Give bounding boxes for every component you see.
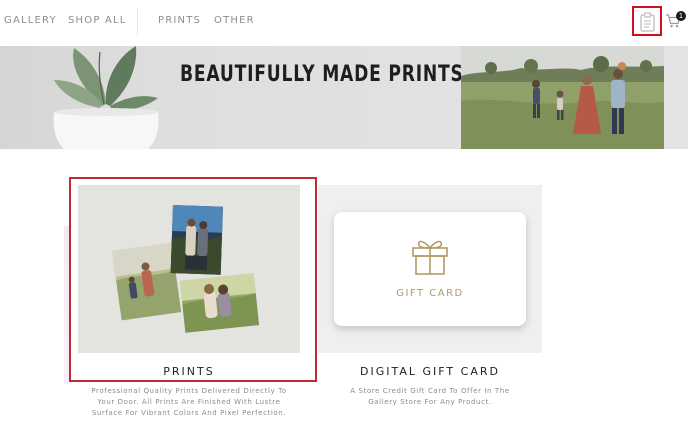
prints-collage-image bbox=[112, 205, 260, 333]
selection-glow bbox=[64, 226, 70, 384]
banner-edge bbox=[664, 46, 688, 149]
cart-count-badge: 1 bbox=[676, 11, 686, 21]
hero-banner: BEAUTIFULLY MADE PRINTS bbox=[0, 46, 688, 149]
clipboard-icon bbox=[640, 12, 655, 32]
banner-title: BEAUTIFULLY MADE PRINTS bbox=[180, 62, 464, 87]
gift-card-title[interactable]: DIGITAL GIFT CARD bbox=[318, 365, 542, 378]
clipboard-button[interactable] bbox=[632, 6, 662, 36]
nav-divider bbox=[137, 8, 138, 35]
family-photo bbox=[461, 46, 664, 149]
prints-title[interactable]: PRINTS bbox=[78, 365, 300, 378]
plant-pot-image bbox=[53, 46, 159, 149]
nav-link-other[interactable]: OTHER bbox=[214, 15, 255, 26]
prints-description: Professional Quality Prints Delivered Di… bbox=[91, 387, 287, 417]
nav-link-shop-all[interactable]: SHOP ALL bbox=[68, 15, 127, 26]
nav-link-prints[interactable]: PRINTS bbox=[158, 15, 201, 26]
gift-card-label: GIFT CARD bbox=[396, 288, 464, 299]
gift-card-visual: GIFT CARD bbox=[334, 212, 526, 326]
nav-link-gallery[interactable]: GALLERY bbox=[4, 15, 57, 26]
gift-card-description: A Store Credit Gift Card To Offer In The… bbox=[350, 387, 510, 406]
prints-product-card[interactable] bbox=[78, 185, 300, 353]
gift-box-icon bbox=[412, 240, 448, 275]
top-navigation: GALLERY SHOP ALL PRINTS OTHER 1 bbox=[0, 0, 688, 46]
gift-card-product-card[interactable]: GIFT CARD bbox=[318, 185, 542, 353]
